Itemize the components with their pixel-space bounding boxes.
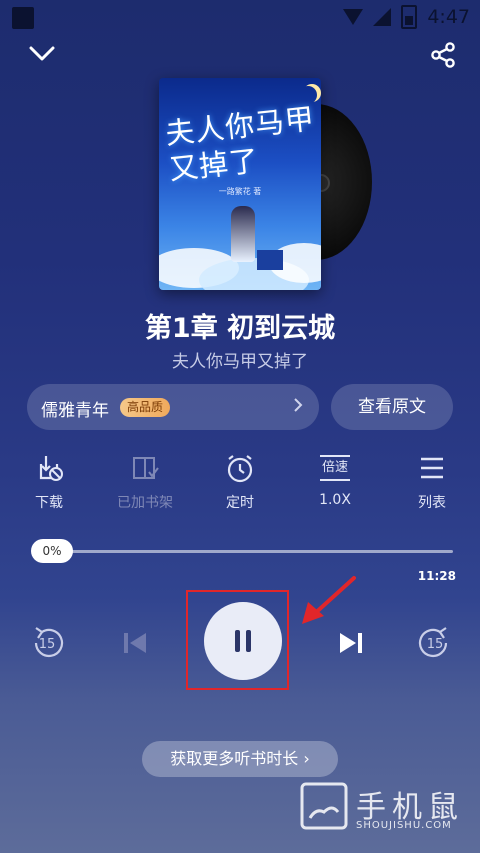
previous-button[interactable]: [118, 626, 152, 660]
rewind-seconds: 15: [39, 637, 56, 652]
progress-knob[interactable]: 0%: [31, 539, 73, 563]
download-label: 下载: [35, 495, 63, 511]
cover-rock: [257, 250, 283, 270]
status-icons: 4:47: [343, 5, 470, 29]
next-button[interactable]: [334, 626, 368, 660]
progress-track[interactable]: [32, 550, 453, 553]
bookshelf-button[interactable]: 已加书架: [110, 452, 180, 516]
view-original-button[interactable]: 查看原文: [331, 384, 453, 430]
speed-button[interactable]: 倍速 1.0X: [300, 452, 370, 516]
forward-seconds: 15: [427, 637, 444, 652]
rewind-15-button[interactable]: 15: [26, 622, 68, 664]
chapter-title: 第1章 初到云城: [144, 313, 336, 344]
chevron-down-icon[interactable]: [22, 34, 62, 74]
download-button[interactable]: 下载: [14, 452, 84, 516]
cover-author: 一路繁花 著: [218, 187, 262, 196]
forward-15-button[interactable]: 15: [414, 622, 456, 664]
speed-icon-text: 倍速: [319, 455, 350, 481]
battery-icon: [401, 5, 418, 29]
list-button[interactable]: 列表: [397, 452, 467, 516]
timer-label: 定时: [226, 495, 254, 511]
share-icon[interactable]: [423, 35, 463, 75]
watermark-logo-icon: [300, 782, 348, 830]
status-time: 4:47: [427, 6, 470, 28]
rewind-icon: 15: [34, 627, 64, 658]
get-more-time-button[interactable]: 获取更多听书时长 ›: [142, 741, 338, 777]
cover-figure: [231, 206, 255, 262]
quality-badge: 高品质: [120, 398, 171, 417]
voice-selector[interactable]: 儒雅青年 高品质: [27, 384, 319, 430]
skip-next-icon: [340, 633, 362, 653]
watermark-site: SHOUJISHU.COM: [356, 820, 452, 831]
bookshelf-icon: [110, 452, 180, 484]
signal-icon: [373, 8, 392, 26]
list-label: 列表: [418, 495, 446, 511]
watermark: 手机鼠 SHOUJISHU.COM: [298, 780, 468, 840]
app-notification-icon: [12, 7, 34, 29]
chevron-right-icon: ›: [303, 749, 310, 768]
speed-icon: 倍速: [300, 452, 370, 484]
timer-button[interactable]: 定时: [205, 452, 275, 516]
forward-icon: 15: [418, 627, 448, 658]
speed-label: 1.0X: [319, 492, 351, 508]
cover-title: 夫人你马甲又掉了: [163, 101, 317, 187]
duration-label: 11:28: [417, 569, 456, 583]
voice-name: 儒雅青年: [41, 401, 109, 421]
get-more-time-label: 获取更多听书时长: [170, 749, 299, 768]
wifi-icon: [343, 9, 364, 25]
timer-icon: [205, 452, 275, 484]
book-name: 夫人你马甲又掉了: [172, 352, 308, 372]
annotation-arrow: [302, 576, 356, 624]
status-bar: 4:47: [0, 0, 480, 34]
list-icon: [397, 452, 467, 484]
skip-previous-icon: [124, 633, 146, 653]
chevron-right-icon: [293, 397, 303, 418]
book-cover: 夫人你马甲又掉了 一路繁花 著: [159, 78, 321, 290]
bookshelf-label: 已加书架: [117, 495, 173, 511]
highlight-box: [186, 590, 289, 690]
download-icon: [14, 452, 84, 484]
